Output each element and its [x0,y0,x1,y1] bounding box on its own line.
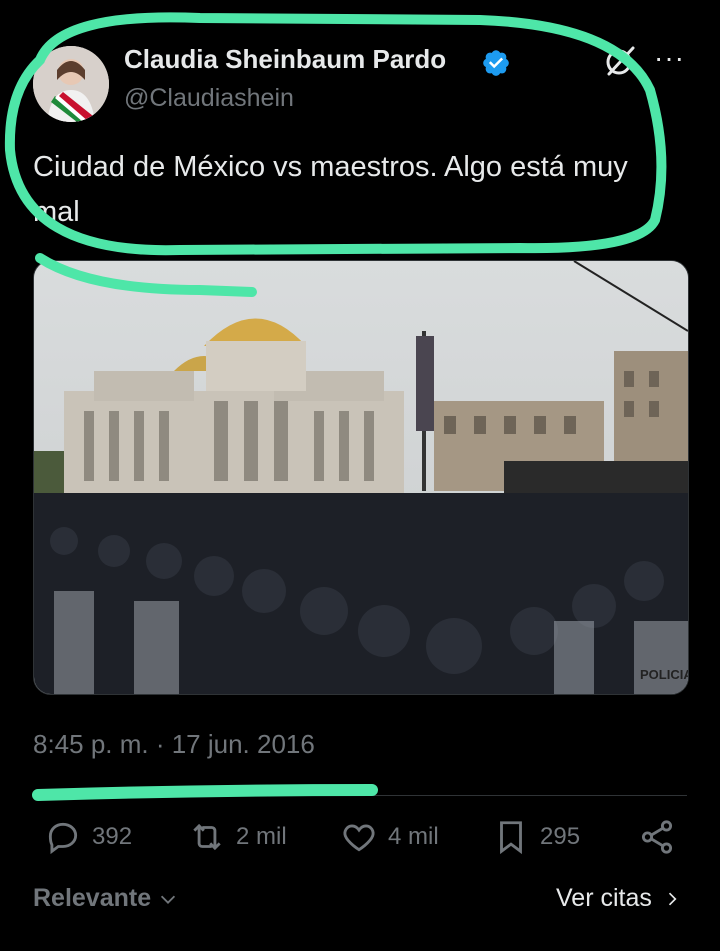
reply-button[interactable]: 392 [44,818,132,856]
verified-badge-icon [483,50,509,76]
repost-button[interactable]: 2 mil [188,818,287,856]
share-button[interactable] [638,818,676,856]
avatar[interactable] [33,46,109,122]
reply-count: 392 [92,823,133,850]
bookmark-button[interactable]: 295 [492,818,580,856]
heart-icon [343,824,375,852]
more-options-icon[interactable]: ··· [654,44,685,72]
reply-icon [48,822,78,855]
bookmark-count: 295 [540,823,581,850]
photo-police-palacio-bellas-artes: POLICIA [34,261,688,694]
sort-dropdown[interactable]: Relevante [33,884,179,913]
tweet-image[interactable]: POLICIA [33,260,689,695]
like-count: 4 mil [388,823,439,850]
sort-label: Relevante [33,884,152,912]
tweet-timestamp[interactable]: 8:45 p. m. · 17 jun. 2016 [33,729,315,760]
shield-text: POLICIA [640,667,688,682]
grok-icon[interactable] [603,44,637,78]
view-quotes-link[interactable]: Ver citas [556,884,682,913]
repost-icon [193,823,221,851]
tweet-text: Ciudad de México vs maestros. Algo está … [33,151,628,228]
user-handle[interactable]: @Claudiashein [124,84,294,113]
chevron-right-icon [668,892,677,905]
chevron-down-icon [161,895,176,904]
repost-count: 2 mil [236,823,287,850]
quotes-label: Ver citas [556,884,652,912]
divider [33,795,687,796]
bookmark-icon [500,821,522,855]
display-name[interactable]: Claudia Sheinbaum Pardo [124,44,446,75]
like-button[interactable]: 4 mil [340,818,439,856]
share-icon [641,820,673,854]
profile-photo-icon [33,46,109,122]
